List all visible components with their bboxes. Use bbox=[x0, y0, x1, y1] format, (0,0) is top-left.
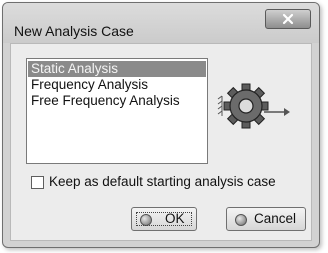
cancel-button-label: Cancel bbox=[254, 211, 297, 226]
close-icon bbox=[282, 13, 294, 25]
gear-arrow-icon bbox=[217, 83, 290, 129]
dialog-title: New Analysis Case bbox=[14, 23, 134, 39]
list-item-free-frequency-analysis[interactable]: Free Frequency Analysis bbox=[28, 93, 206, 109]
ok-button[interactable]: OK bbox=[131, 207, 197, 231]
default-case-label[interactable]: Keep as default starting analysis case bbox=[49, 174, 276, 189]
ok-button-label: OK bbox=[165, 211, 185, 226]
default-case-checkbox[interactable] bbox=[31, 176, 44, 189]
title-bar[interactable]: New Analysis Case bbox=[3, 3, 319, 43]
cancel-button[interactable]: Cancel bbox=[226, 207, 306, 231]
analysis-type-list[interactable]: Static Analysis Frequency Analysis Free … bbox=[26, 58, 208, 164]
list-item-frequency-analysis[interactable]: Frequency Analysis bbox=[28, 77, 206, 93]
ok-icon bbox=[140, 214, 152, 226]
close-button[interactable] bbox=[265, 9, 311, 29]
list-item-static-analysis[interactable]: Static Analysis bbox=[28, 61, 206, 77]
cancel-icon bbox=[235, 214, 247, 226]
